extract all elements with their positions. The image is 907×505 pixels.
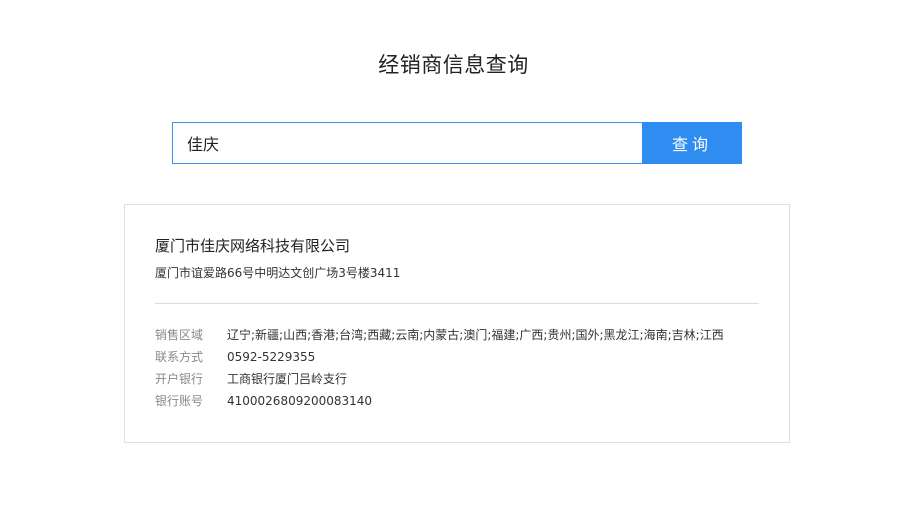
contact-row: 联系方式 0592-5229355 bbox=[155, 346, 765, 368]
dealer-query-page: 经销商信息查询 查询 厦门市佳庆网络科技有限公司 厦门市谊爱路66号中明达文创广… bbox=[0, 0, 907, 505]
page-title: 经销商信息查询 bbox=[378, 53, 529, 77]
search-input[interactable] bbox=[172, 122, 642, 164]
contact-label: 联系方式 bbox=[155, 350, 204, 364]
info-list: 销售区域 辽宁;新疆;山西;香港;台湾;西藏;云南;内蒙古;澳门;福建;广西;贵… bbox=[155, 324, 765, 412]
divider bbox=[155, 303, 759, 304]
bank-row: 开户银行 工商银行厦门吕岭支行 bbox=[155, 368, 765, 390]
result-card: 厦门市佳庆网络科技有限公司 厦门市谊爱路66号中明达文创广场3号楼3411 销售… bbox=[124, 204, 790, 443]
bank-label: 开户银行 bbox=[155, 372, 204, 386]
account-label: 银行账号 bbox=[155, 394, 204, 408]
search-bar: 查询 bbox=[172, 122, 742, 164]
sales-region-row: 销售区域 辽宁;新疆;山西;香港;台湾;西藏;云南;内蒙古;澳门;福建;广西;贵… bbox=[155, 324, 765, 346]
bank-value: 工商银行厦门吕岭支行 bbox=[227, 372, 348, 386]
account-row: 银行账号 4100026809200083140 bbox=[155, 390, 765, 412]
sales-region-value: 辽宁;新疆;山西;香港;台湾;西藏;云南;内蒙古;澳门;福建;广西;贵州;国外;… bbox=[227, 328, 724, 342]
contact-value: 0592-5229355 bbox=[227, 350, 316, 364]
sales-region-label: 销售区域 bbox=[155, 328, 204, 342]
search-button[interactable]: 查询 bbox=[642, 122, 742, 164]
company-address: 厦门市谊爱路66号中明达文创广场3号楼3411 bbox=[155, 266, 401, 280]
account-value: 4100026809200083140 bbox=[227, 394, 373, 408]
company-name: 厦门市佳庆网络科技有限公司 bbox=[155, 237, 351, 255]
